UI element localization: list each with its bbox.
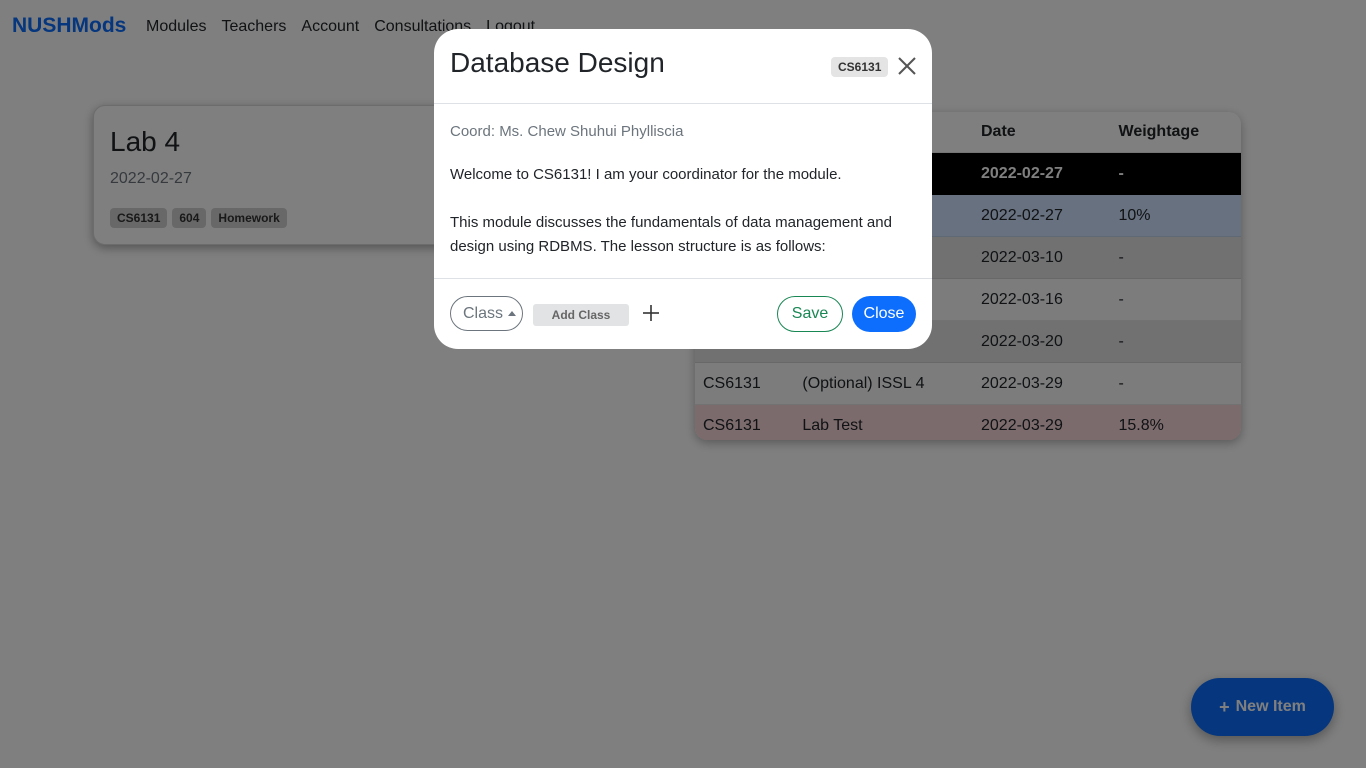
module-description: Welcome to CS6131! I am your coordinator… <box>450 163 916 259</box>
modal-title: Database Design <box>450 47 665 78</box>
plus-icon[interactable] <box>641 303 661 323</box>
description-paragraph: This module discusses the fundamentals o… <box>450 214 892 255</box>
close-button[interactable]: Close <box>852 296 916 332</box>
modal-header: Database Design CS6131 <box>434 29 932 104</box>
module-code-badge: CS6131 <box>831 57 889 77</box>
save-button[interactable]: Save <box>777 296 843 332</box>
modal-body: Coord: Ms. Chew Shuhui Phylliscia Welcom… <box>450 123 916 283</box>
caret-up-icon <box>508 311 517 316</box>
coordinator-text: Coord: Ms. Chew Shuhui Phylliscia <box>450 123 684 140</box>
modal-footer: Class Add Class Save Close <box>434 278 932 349</box>
description-paragraph: Welcome to CS6131! I am your coordinator… <box>450 166 842 183</box>
class-dropdown-label: Class <box>463 304 504 322</box>
module-modal: Database Design CS6131 Coord: Ms. Chew S… <box>434 29 932 349</box>
class-dropdown[interactable]: Class <box>450 296 523 331</box>
add-class-button[interactable]: Add Class <box>533 304 629 326</box>
close-icon[interactable] <box>896 55 918 77</box>
